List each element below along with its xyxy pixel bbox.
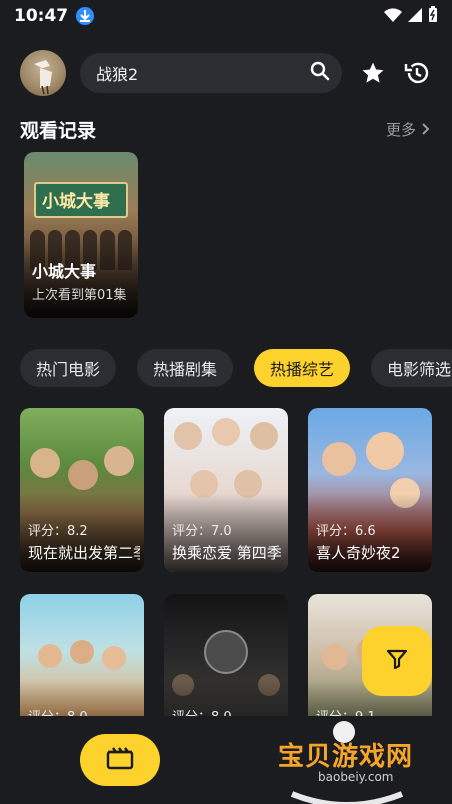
site-watermark: 宝贝游戏网 baobeiy.com — [272, 720, 422, 804]
chevron-right-icon — [422, 121, 430, 139]
download-icon — [76, 7, 95, 25]
show-score: 评分：7.0 — [172, 524, 232, 539]
search-input[interactable]: 战狼2 — [80, 53, 342, 93]
history-card[interactable]: 小城大事 小城大事 上次看到第01集 — [24, 152, 138, 318]
tab-hot-movies[interactable]: 热门电影 — [20, 349, 117, 387]
battery-icon — [428, 6, 438, 26]
history-card-title: 小城大事 — [32, 262, 97, 281]
show-title: 喜人奇妙夜2 — [316, 544, 401, 562]
star-icon[interactable] — [360, 60, 386, 86]
search-icon[interactable] — [310, 61, 330, 85]
more-link[interactable]: 更多 — [386, 119, 430, 140]
history-card-progress: 上次看到第01集 — [32, 288, 127, 303]
show-score: 评分：8.2 — [28, 524, 88, 539]
nav-movies-button[interactable] — [80, 734, 160, 786]
poster-title-art: 小城大事 — [42, 192, 110, 212]
signal-icon — [408, 7, 422, 26]
wifi-icon — [384, 7, 402, 26]
show-card[interactable]: 评分：6.6 喜人奇妙夜2 — [308, 408, 432, 572]
show-score: 评分：6.6 — [316, 524, 376, 539]
top-bar: 战狼2 — [20, 50, 440, 96]
category-tabs: 热门电影 热播剧集 热播综艺 电影筛选 — [20, 349, 452, 387]
poster-sign: 小城大事 — [34, 182, 128, 218]
tab-movie-filter[interactable]: 电影筛选 — [371, 349, 452, 387]
tab-hot-variety[interactable]: 热播综艺 — [254, 349, 351, 387]
avatar[interactable] — [20, 50, 66, 96]
show-title: 换乘恋爱 第四季 — [172, 544, 282, 562]
status-bar: 10:47 — [0, 0, 452, 32]
filter-icon — [386, 648, 408, 674]
clapperboard-icon — [106, 746, 134, 774]
show-title: 现在就出发第二季 — [28, 544, 140, 562]
history-icon[interactable] — [404, 60, 430, 86]
filter-button[interactable] — [362, 626, 432, 696]
search-query: 战狼2 — [96, 65, 139, 84]
status-time: 10:47 — [14, 6, 69, 26]
watermark-logo-text: 宝贝游戏网 — [278, 742, 414, 772]
show-card[interactable]: 评分：8.2 现在就出发第二季 — [20, 408, 144, 572]
more-label: 更多 — [385, 121, 416, 139]
show-card[interactable]: 评分：7.0 换乘恋爱 第四季 — [164, 408, 288, 572]
section-title-history: 观看记录 — [20, 120, 97, 142]
tab-hot-series[interactable]: 热播剧集 — [137, 349, 234, 387]
watermark-url: baobeiy.com — [318, 770, 394, 784]
